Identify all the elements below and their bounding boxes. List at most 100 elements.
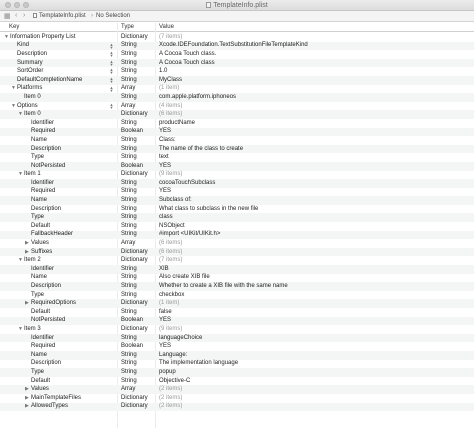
key-popup-stepper-icon[interactable]: ▲ ▼ [109, 42, 114, 49]
row-key[interactable]: Information Property List [10, 34, 75, 40]
row-type[interactable]: String [121, 369, 137, 375]
row-key[interactable]: Item 2 [24, 257, 41, 263]
disclosure-open-icon[interactable]: ▼ [18, 326, 23, 332]
outline-row[interactable]: Identifier String languageChoice [0, 333, 474, 343]
row-value[interactable]: com.apple.platform.iphoneos [159, 94, 236, 100]
row-type[interactable]: String [121, 283, 137, 289]
related-items-grid-icon[interactable]: ▦ [4, 12, 11, 20]
row-key[interactable]: Item 0 [24, 94, 41, 100]
row-type[interactable]: String [121, 137, 137, 143]
row-value[interactable]: (2 items) [159, 403, 182, 409]
row-type[interactable]: Array [121, 103, 135, 109]
row-key[interactable]: Type [31, 154, 44, 160]
disclosure-open-icon[interactable]: ▼ [18, 111, 23, 117]
row-value[interactable]: (2 items) [159, 395, 182, 401]
key-column-header[interactable]: Key [9, 24, 19, 30]
row-key[interactable]: Name [31, 197, 47, 203]
key-popup-stepper-icon[interactable]: ▲ ▼ [109, 59, 114, 66]
row-key[interactable]: RequiredOptions [31, 300, 76, 306]
row-value[interactable]: popup [159, 369, 176, 375]
outline-row[interactable]: ▼ Item 0 Dictionary (6 items) [0, 110, 474, 119]
outline-row[interactable]: Name String Subclass of: [0, 196, 474, 205]
row-value[interactable]: YES [159, 188, 171, 194]
outline-row[interactable]: Description String The implementation lang… [0, 360, 474, 369]
outline-row[interactable]: ▼ Item 1 Dictionary (9 items) [0, 171, 474, 180]
document-icon[interactable] [206, 2, 212, 8]
outline-row[interactable]: Name String Also create XIB file [0, 274, 474, 283]
breadcrumb-file[interactable]: TemplateInfo.plist [33, 13, 86, 19]
outline-row[interactable]: Summary ▲ ▼ String A Cocoa Touch class [0, 58, 474, 68]
row-key[interactable]: Suffixes [31, 249, 52, 255]
row-value[interactable]: (6 items) [159, 111, 182, 117]
row-type[interactable]: Boolean [121, 128, 143, 134]
row-key[interactable]: Item 3 [24, 326, 41, 332]
row-value[interactable]: Class: [159, 137, 176, 143]
row-key[interactable]: Item 0 [24, 111, 41, 117]
outline-row[interactable]: Type String text [0, 153, 474, 162]
row-key[interactable]: NotPersisted [31, 163, 65, 169]
row-type[interactable]: Array [121, 240, 135, 246]
row-key[interactable]: Description [31, 283, 61, 289]
outline-row[interactable]: Description ▲ ▼ String A Cocoa Touch class. [0, 50, 474, 59]
row-type[interactable]: Dictionary [121, 171, 148, 177]
outline-row[interactable]: ▼ Item 2 Dictionary (7 items) [0, 256, 474, 265]
outline-row[interactable]: Name String Class: [0, 136, 474, 145]
key-popup-stepper-icon[interactable]: ▲ ▼ [109, 85, 114, 92]
disclosure-closed-icon[interactable]: ▶ [25, 395, 29, 401]
row-value[interactable]: NSObject [159, 223, 185, 229]
row-type[interactable]: String [121, 60, 137, 66]
row-type[interactable]: String [121, 378, 137, 384]
row-key[interactable]: Identifier [31, 180, 54, 186]
row-key[interactable]: Default [31, 309, 50, 315]
outline-row[interactable]: Type String class [0, 213, 474, 223]
row-key[interactable]: FallbackHeader [31, 231, 73, 237]
row-value[interactable]: (6 items) [159, 249, 182, 255]
row-key[interactable]: Required [31, 128, 55, 134]
row-type[interactable]: Dictionary [121, 300, 148, 306]
row-value[interactable]: false [159, 309, 172, 315]
disclosure-open-icon[interactable]: ▼ [11, 103, 16, 109]
row-type[interactable]: Array [121, 85, 135, 91]
row-value[interactable]: (7 items) [159, 257, 182, 263]
row-type[interactable]: String [121, 77, 137, 83]
row-key[interactable]: MainTemplateFiles [31, 395, 81, 401]
row-value[interactable]: YES [159, 163, 171, 169]
row-type[interactable]: Boolean [121, 163, 143, 169]
row-type[interactable]: String [121, 360, 137, 366]
row-value[interactable]: (7 items) [159, 34, 182, 40]
outline-row[interactable]: Required Boolean YES [0, 342, 474, 351]
row-value[interactable]: MyClass [159, 77, 182, 83]
row-type[interactable]: String [121, 335, 137, 341]
row-value[interactable]: A Cocoa Touch class [159, 60, 215, 66]
outline-row[interactable]: SortOrder ▲ ▼ String 1.0 [0, 67, 474, 76]
row-value[interactable]: Language: [159, 352, 187, 358]
row-key[interactable]: Values [31, 240, 49, 246]
disclosure-open-icon[interactable]: ▼ [4, 34, 9, 40]
row-type[interactable]: String [121, 266, 137, 272]
outline-row[interactable]: ▼ Options ▲ ▼ Array (4 items) [0, 102, 474, 111]
row-value[interactable]: Objective-C [159, 378, 190, 384]
row-value[interactable]: Whether to create a XIB file with the sa… [159, 283, 288, 289]
row-value[interactable]: YES [159, 128, 171, 134]
row-value[interactable]: (1 item) [159, 85, 179, 91]
outline-row[interactable]: Description String What class to subclass … [0, 205, 474, 214]
outline-row[interactable]: Kind ▲ ▼ String Xcode.IDEFoundation.TextSubs… [0, 41, 474, 51]
outline-row[interactable]: Default String Objective-C [0, 377, 474, 386]
row-key[interactable]: Platforms [17, 85, 42, 91]
row-value[interactable]: 1.0 [159, 68, 167, 74]
row-value[interactable]: YES [159, 317, 171, 323]
row-value[interactable]: (9 items) [159, 326, 182, 332]
outline-row[interactable]: Description String The name of the class t… [0, 144, 474, 154]
row-key[interactable]: Summary [17, 60, 43, 66]
disclosure-closed-icon[interactable]: ▶ [25, 249, 29, 255]
row-type[interactable]: String [121, 214, 137, 220]
row-key[interactable]: Identifier [31, 266, 54, 272]
outline-row[interactable]: Default String false [0, 308, 474, 317]
row-value[interactable]: text [159, 154, 169, 160]
row-key[interactable]: Identifier [31, 120, 54, 126]
outline-row[interactable]: Required String YES [0, 188, 474, 197]
disclosure-open-icon[interactable]: ▼ [18, 171, 23, 177]
disclosure-closed-icon[interactable]: ▶ [25, 386, 29, 392]
disclosure-closed-icon[interactable]: ▶ [25, 240, 29, 246]
row-value[interactable]: A Cocoa Touch class. [159, 51, 216, 57]
